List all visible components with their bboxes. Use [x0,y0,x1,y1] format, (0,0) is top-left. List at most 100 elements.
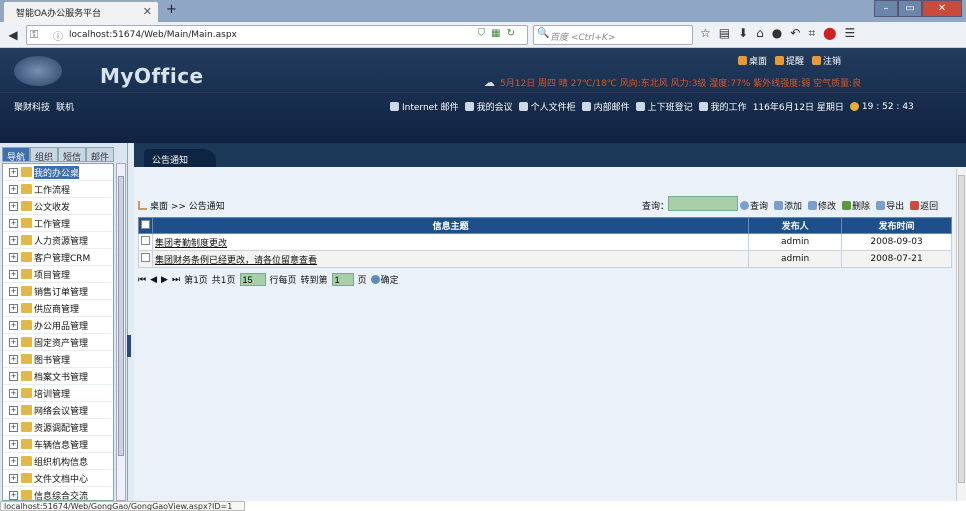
download-icon[interactable]: ⬇ [738,26,748,41]
expand-icon[interactable]: + [9,388,18,398]
sidebar-item-office-supplies[interactable]: + 办公用品管理 [3,317,113,334]
main-scroll-thumb[interactable] [958,175,965,483]
expand-icon[interactable]: + [9,490,18,500]
prev-page-icon[interactable]: ◀ [150,275,157,285]
reload-icon[interactable]: ⛉▦↻ [478,28,521,39]
expand-icon[interactable]: + [9,252,18,262]
sidebar-item-training[interactable]: + 培训管理 [3,385,113,402]
sidebar-item-documents[interactable]: + 公文收发 [3,198,113,215]
next-page-icon[interactable]: ▶ [161,275,168,285]
sidebar-item-workflow[interactable]: + 工作流程 [3,181,113,198]
expand-icon[interactable]: + [9,167,18,177]
reading-list-icon[interactable]: ▤ [719,26,730,41]
sidebar-item-file-center[interactable]: + 文件文档中心 [3,470,113,487]
expand-icon[interactable]: + [9,337,18,347]
sidebar-item-books[interactable]: + 图书管理 [3,351,113,368]
col-subject[interactable]: 信息主题 [151,217,750,234]
goto-page-input[interactable] [331,273,354,286]
confirm-button[interactable]: 确定 [370,273,399,286]
query-input[interactable] [668,196,738,211]
table-row[interactable]: 集团财务条例已经更改，请各位留意查看 admin 2008-07-21 [138,250,952,268]
undo-icon[interactable]: ↶ [790,26,800,41]
expand-icon[interactable]: + [9,235,18,245]
expand-icon[interactable]: + [9,439,18,449]
window-close-icon[interactable]: ✕ [922,0,962,17]
file-cabinet-link[interactable]: 个人文件柜 [518,100,576,113]
tab-organization[interactable]: 组织 [30,147,59,163]
sidebar-item-my-desk[interactable]: + 我的办公桌 [3,164,113,181]
close-tab-icon[interactable]: ✕ [143,5,152,18]
table-row[interactable]: 集团考勤制度更改 admin 2008-09-03 [138,233,952,251]
add-button[interactable]: 添加 [774,199,802,212]
sidebar-item-archives[interactable]: + 档案文书管理 [3,368,113,385]
adblock-icon[interactable]: ⬤ [823,26,836,41]
my-meeting-link[interactable]: 我的会议 [464,100,513,113]
sidebar-item-hr[interactable]: + 人力资源管理 [3,232,113,249]
row-subject-link[interactable]: 集团财务条例已经更改，请各位留意查看 [151,250,750,268]
return-button[interactable]: 返回 [910,199,938,212]
select-all-header[interactable] [138,217,153,234]
internet-mail-link[interactable]: Internet 邮件 [390,100,459,113]
expand-icon[interactable]: + [9,303,18,313]
row-checkbox[interactable] [140,236,150,245]
desktop-link[interactable]: 桌面 [738,54,767,67]
col-date[interactable]: 发布时间 [841,217,952,234]
sidebar-item-info-exchange[interactable]: + 信息综合交流 [3,487,113,500]
expand-icon[interactable]: + [9,201,18,211]
search-button[interactable]: 查询 [740,199,768,212]
expand-icon[interactable]: + [9,354,18,364]
sidebar-item-crm[interactable]: + 客户管理CRM [3,249,113,266]
new-tab-icon[interactable]: + [166,2,177,17]
first-page-icon[interactable]: ⏮ [138,275,146,285]
expand-icon[interactable]: + [9,456,18,466]
attendance-link[interactable]: 上下班登记 [635,100,693,113]
delete-button[interactable]: 删除 [842,199,870,212]
expand-icon[interactable]: + [9,320,18,330]
sidebar-scroll-thumb[interactable] [118,176,124,456]
tab-announcements[interactable]: 公告通知 [144,149,216,167]
collapse-sidebar-icon[interactable] [127,335,131,357]
tab-navigation[interactable]: 导航 [2,147,31,163]
browser-tab[interactable]: 智能OA办公服务平台 ✕ [3,1,159,22]
expand-icon[interactable]: + [9,422,18,432]
chat-icon[interactable]: ● [772,26,782,41]
sidebar-item-organization[interactable]: + 组织机构信息 [3,453,113,470]
expand-icon[interactable]: + [9,371,18,381]
sidebar-item-resources[interactable]: + 资源调配管理 [3,419,113,436]
expand-icon[interactable]: + [9,184,18,194]
minimize-icon[interactable]: – [874,0,898,17]
row-subject-link[interactable]: 集团考勤制度更改 [151,233,750,251]
expand-icon[interactable]: + [9,405,18,415]
tab-mail[interactable]: 邮件 [86,147,115,163]
row-checkbox[interactable] [140,253,150,262]
sidebar-scrollbar[interactable] [116,163,126,501]
sidebar-item-projects[interactable]: + 项目管理 [3,266,113,283]
reminder-link[interactable]: 提醒 [775,54,804,67]
sidebar-item-sales-orders[interactable]: + 销售订单管理 [3,283,113,300]
search-box[interactable]: 🔍 百度 <Ctrl+K> [533,25,693,45]
address-bar[interactable]: ⚿ ⓘ localhost:51674/Web/Main/Main.aspx ⛉… [26,25,528,45]
menu-icon[interactable]: ☰ [845,26,856,41]
bookmark-star-icon[interactable]: ☆ [700,26,711,41]
expand-icon[interactable]: + [9,473,18,483]
edit-button[interactable]: 修改 [808,199,836,212]
expand-icon[interactable]: + [9,286,18,296]
row-checkbox-cell[interactable] [138,250,153,268]
sidebar-item-fixed-assets[interactable]: + 固定资产管理 [3,334,113,351]
select-all-checkbox[interactable] [140,219,150,229]
sidebar-item-work-management[interactable]: + 工作管理 [3,215,113,232]
expand-icon[interactable]: + [9,218,18,228]
expand-icon[interactable]: + [9,269,18,279]
internal-mail-link[interactable]: 内部邮件 [581,100,630,113]
col-author[interactable]: 发布人 [748,217,843,234]
tab-sms[interactable]: 短信 [58,147,87,163]
crop-icon[interactable]: ⌗ [808,26,815,41]
home-icon[interactable]: ⌂ [756,26,764,41]
sidebar-item-suppliers[interactable]: + 供应商管理 [3,300,113,317]
sidebar-item-web-meetings[interactable]: + 网络会议管理 [3,402,113,419]
back-icon[interactable]: ◀ [4,26,22,44]
maximize-icon[interactable]: ▭ [898,0,922,17]
logout-link[interactable]: 注销 [812,54,841,67]
last-page-icon[interactable]: ⏭ [172,275,180,285]
page-size-input[interactable] [239,273,266,286]
